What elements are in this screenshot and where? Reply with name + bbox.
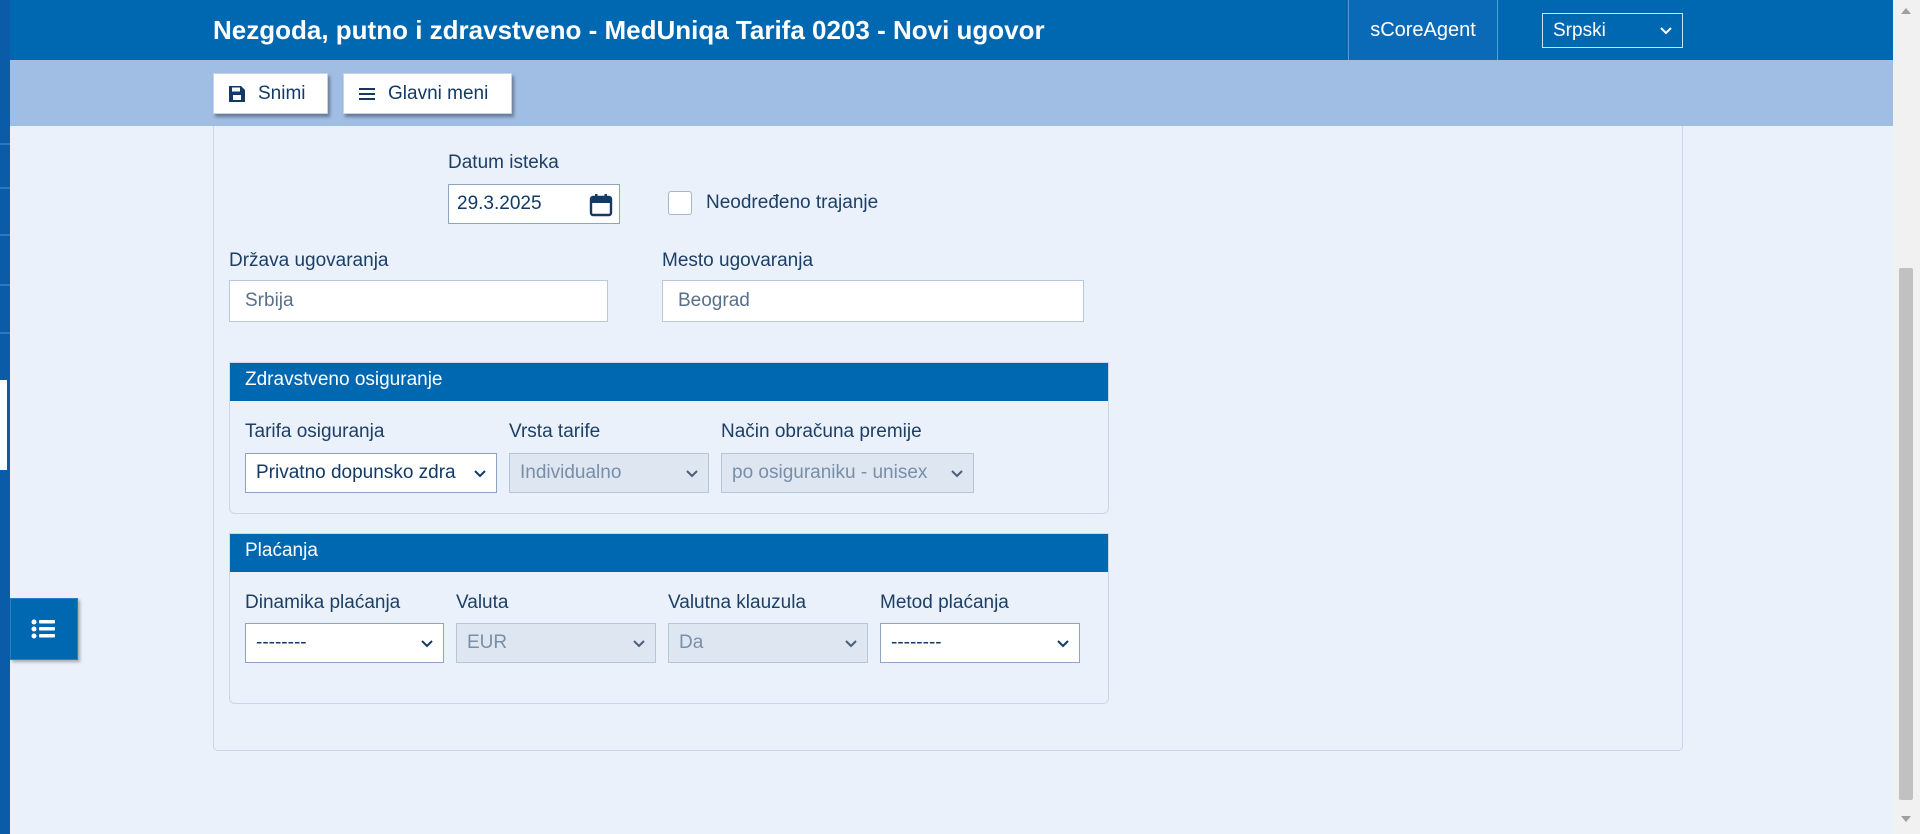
country-field[interactable]: Srbija	[229, 280, 608, 322]
currency-select[interactable]: EUR	[456, 623, 656, 663]
expiry-date-value: 29.3.2025	[457, 193, 542, 214]
chevron-down-icon	[949, 466, 965, 482]
menu-icon	[359, 87, 375, 100]
city-label: Mesto ugovaranja	[662, 250, 814, 271]
payment-method-select[interactable]: --------	[880, 623, 1080, 663]
tariff-type-select-value: Individualno	[520, 462, 622, 483]
payment-method-label: Metod plaćanja	[880, 592, 1009, 613]
expiry-date-input[interactable]: 29.3.2025	[448, 184, 620, 224]
tariff-type-select[interactable]: Individualno	[509, 453, 709, 493]
currency-clause-label: Valutna klauzula	[668, 592, 807, 613]
tariff-type-label: Vrsta tarife	[509, 421, 601, 442]
sidebar-active-indicator	[0, 380, 7, 470]
scroll-down-icon[interactable]	[1901, 816, 1911, 822]
premium-method-select[interactable]: po osiguraniku - unisex	[721, 453, 974, 493]
tariff-select[interactable]: Privatno dopunsko zdra	[245, 453, 497, 493]
tariff-label: Tarifa osiguranja	[245, 421, 385, 442]
list-icon	[31, 619, 55, 639]
currency-clause-select[interactable]: Da	[668, 623, 868, 663]
scrollbar-thumb[interactable]	[1899, 268, 1913, 800]
chevron-down-icon	[843, 636, 859, 652]
sidebar-notch	[0, 332, 10, 334]
health-insurance-title: Zdravstveno osiguranje	[230, 363, 1108, 401]
indefinite-duration-checkbox[interactable]	[668, 191, 692, 215]
sidebar-notch	[0, 187, 10, 189]
save-button[interactable]: Snimi	[213, 73, 328, 114]
main-menu-button[interactable]: Glavni meni	[343, 73, 512, 114]
currency-clause-select-value: Da	[679, 632, 704, 653]
chevron-down-icon	[631, 636, 647, 652]
payment-dynamics-select[interactable]: --------	[245, 623, 444, 663]
save-icon	[229, 85, 245, 102]
toolbar: Snimi Glavni meni	[10, 60, 1893, 126]
expiry-date-label: Datum isteka	[448, 152, 559, 173]
scroll-up-icon[interactable]	[1901, 8, 1911, 14]
chevron-down-icon	[419, 636, 435, 652]
tariff-select-value: Privatno dopunsko zdra	[256, 462, 456, 483]
payment-dynamics-label: Dinamika plaćanja	[245, 592, 401, 613]
chevron-down-icon	[1055, 636, 1071, 652]
payments-section: Plaćanja	[229, 533, 1109, 704]
agent-name[interactable]: sCoreAgent	[1348, 0, 1498, 60]
country-label: Država ugovaranja	[229, 250, 389, 271]
currency-select-value: EUR	[467, 632, 508, 653]
sidebar-notch	[0, 143, 10, 145]
calendar-icon[interactable]	[589, 193, 613, 217]
app-header: Nezgoda, putno i zdravstveno - MedUniqa …	[10, 0, 1893, 60]
premium-method-label: Način obračuna premije	[721, 421, 922, 442]
chevron-down-icon	[684, 466, 700, 482]
city-field[interactable]: Beograd	[662, 280, 1084, 322]
main-menu-button-label: Glavni meni	[388, 82, 489, 104]
sidebar-notch	[0, 284, 10, 286]
left-sidebar-strip	[0, 0, 10, 834]
payments-title: Plaćanja	[230, 534, 1108, 572]
language-select[interactable]: Srpski	[1542, 13, 1683, 48]
premium-method-select-value: po osiguraniku - unisex	[732, 462, 928, 483]
sidebar-notch	[0, 234, 10, 236]
payment-dynamics-select-value: --------	[256, 632, 307, 653]
currency-label: Valuta	[456, 592, 509, 613]
save-button-label: Snimi	[258, 82, 306, 104]
chevron-down-icon	[472, 466, 488, 482]
language-select-value: Srpski	[1553, 20, 1606, 41]
list-menu-button[interactable]	[10, 598, 78, 660]
page-title: Nezgoda, putno i zdravstveno - MedUniqa …	[213, 15, 1045, 45]
payment-method-select-value: --------	[891, 632, 942, 653]
vertical-scrollbar[interactable]	[1893, 0, 1920, 834]
chevron-down-icon	[1660, 27, 1672, 35]
indefinite-duration-label: Neodređeno trajanje	[706, 192, 879, 213]
